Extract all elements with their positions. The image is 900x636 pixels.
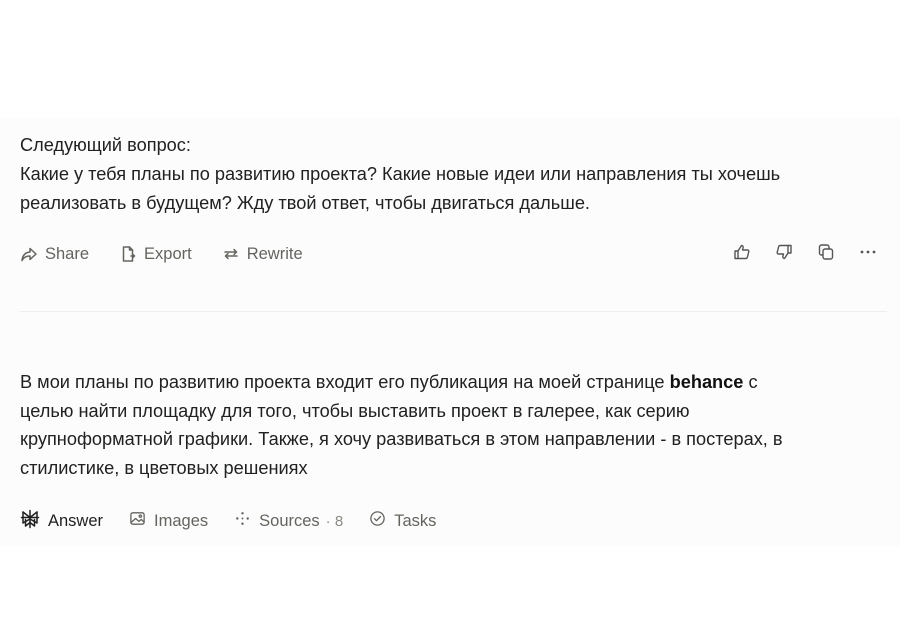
- sources-sparkle-icon: [234, 510, 251, 532]
- thumbs-up-button[interactable]: [732, 244, 752, 264]
- tab-sources[interactable]: Sources · 8: [234, 510, 343, 532]
- user-message: В мои планы по развитию проекта входит е…: [20, 368, 880, 482]
- thumbs-down-button[interactable]: [774, 244, 794, 264]
- rewrite-button[interactable]: Rewrite: [222, 245, 303, 264]
- copy-button[interactable]: [816, 243, 836, 266]
- message-line: Следующий вопрос:: [20, 135, 191, 155]
- message-divider: [20, 311, 887, 312]
- message-toolbar: Share Export Rewrite: [20, 240, 303, 268]
- export-label: Export: [144, 244, 192, 263]
- share-label: Share: [45, 244, 90, 263]
- answer-logo-icon: [20, 509, 40, 534]
- export-button[interactable]: Export: [119, 245, 192, 264]
- rewrite-label: Rewrite: [246, 244, 303, 263]
- tab-tasks-label: Tasks: [394, 511, 437, 530]
- tab-images[interactable]: Images: [129, 510, 208, 532]
- export-file-icon: [119, 245, 137, 263]
- tab-images-label: Images: [154, 511, 209, 530]
- share-arrow-icon: [20, 245, 38, 263]
- more-dots-icon: [859, 243, 877, 266]
- behance-mention: behance: [669, 372, 744, 392]
- sources-count: · 8: [325, 512, 344, 530]
- copy-icon: [817, 243, 835, 266]
- share-button[interactable]: Share: [20, 245, 89, 264]
- tab-answer-label: Answer: [48, 511, 104, 530]
- image-icon: [129, 510, 146, 532]
- tab-tasks[interactable]: Tasks: [369, 510, 436, 532]
- feedback-actions: [732, 240, 878, 268]
- message-text: В мои планы по развитию проекта входит е…: [20, 372, 670, 392]
- result-tabs: Answer Images Sources · 8 Tasks: [20, 508, 436, 534]
- message-line: стилистике, в цветовых решениях: [20, 457, 308, 478]
- thumbs-up-icon: [733, 243, 751, 266]
- rewrite-arrows-icon: [222, 245, 240, 263]
- message-line: реализовать в будущем? Жду твой ответ, ч…: [20, 193, 590, 213]
- message-line: Какие у тебя планы по развитию проекта? …: [20, 164, 781, 184]
- more-options-button[interactable]: [858, 244, 878, 264]
- assistant-message: Следующий вопрос: Какие у тебя планы по …: [20, 131, 880, 218]
- message-line: крупноформатной графики. Также, я хочу р…: [20, 429, 783, 449]
- thumbs-down-icon: [775, 243, 793, 266]
- tab-answer[interactable]: Answer: [20, 509, 103, 534]
- chat-screen: Следующий вопрос: Какие у тебя планы по …: [0, 0, 900, 636]
- message-line: В мои планы по развитию проекта входит е…: [20, 368, 880, 397]
- message-line: целью найти площадку для того, чтобы выс…: [20, 400, 690, 421]
- tasks-check-icon: [369, 510, 386, 532]
- tab-sources-label: Sources: [259, 511, 320, 530]
- message-text: с: [743, 372, 758, 392]
